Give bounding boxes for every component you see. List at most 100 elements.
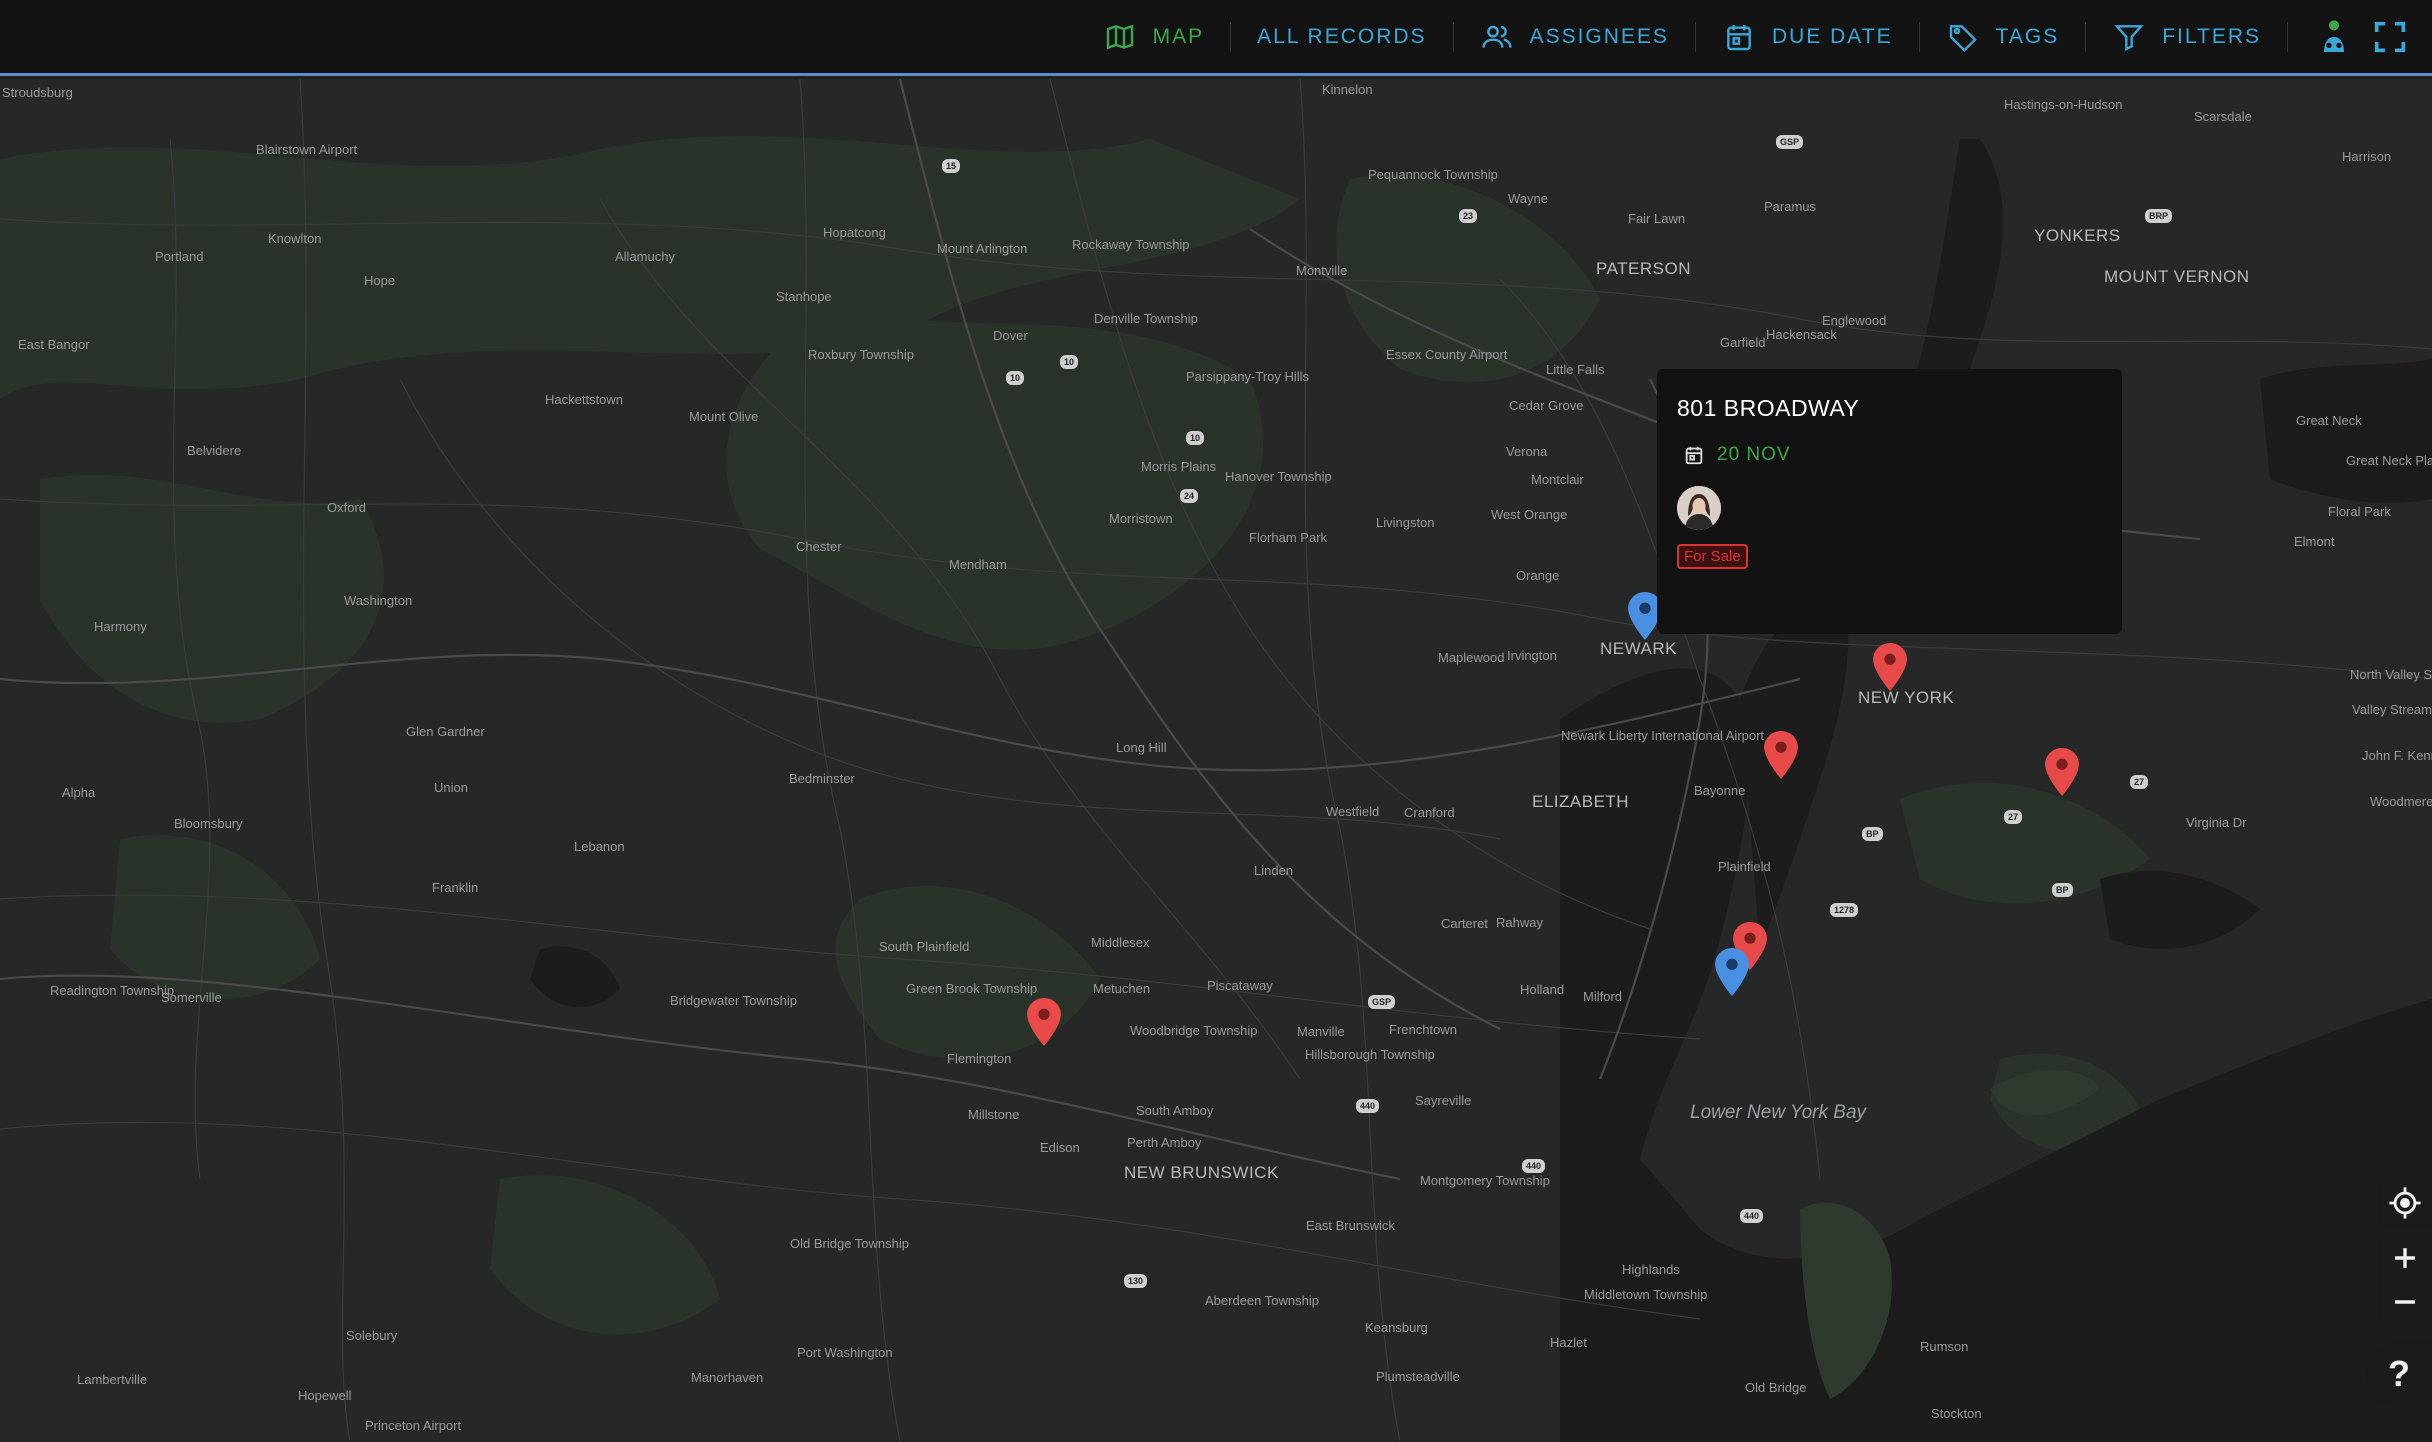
place-label: Plainfield <box>1718 859 1771 874</box>
location-pin-icon <box>1027 998 1061 1046</box>
locate-button[interactable] <box>2378 1177 2432 1229</box>
nav-due-date[interactable]: DUE DATE <box>1696 0 1919 75</box>
map-pin-blue[interactable] <box>1715 948 1749 996</box>
filter-icon <box>2112 20 2146 54</box>
status-badge[interactable]: For Sale <box>1677 544 1748 569</box>
place-label: Elmont <box>2294 534 2335 549</box>
place-label: Floral Park <box>2328 504 2391 519</box>
nav-filters-label: FILTERS <box>2162 24 2261 48</box>
route-shield: 27 <box>2004 810 2023 824</box>
nav-map[interactable]: MAP <box>1077 0 1231 75</box>
map-canvas[interactable]: PATERSON YONKERS MOUNT VERNON NEWARK NEW… <box>0 79 2432 1442</box>
place-label: Kinnelon <box>1322 82 1373 97</box>
route-shield: 440 <box>1522 1159 1546 1173</box>
city-label: MOUNT VERNON <box>2104 267 2250 286</box>
person-tree-icon <box>2324 19 2344 52</box>
place-label: Middlesex <box>1091 935 1150 950</box>
place-label: Glen Gardner <box>406 724 485 739</box>
place-label: Portland <box>155 249 204 264</box>
zoom-out-button[interactable] <box>2388 1280 2422 1324</box>
place-label: Stockton <box>1931 1406 1982 1421</box>
city-label: NEW BRUNSWICK <box>1124 1163 1279 1182</box>
location-pin-icon <box>2045 748 2079 796</box>
place-label: Mendham <box>949 557 1007 572</box>
assignee-avatar[interactable] <box>1677 486 1721 530</box>
place-label: Carteret <box>1441 916 1488 931</box>
nav-tags[interactable]: TAGS <box>1920 0 2086 75</box>
place-label: Bedminster <box>789 771 855 786</box>
place-label: Perth Amboy <box>1127 1135 1202 1150</box>
place-label: Denville Township <box>1094 311 1198 326</box>
place-label: Old Bridge Township <box>790 1236 909 1251</box>
place-label: Essex County Airport <box>1386 347 1508 362</box>
place-label: West Orange <box>1491 507 1568 522</box>
account-button[interactable] <box>2306 9 2362 65</box>
help-button[interactable]: ? <box>2366 1341 2432 1407</box>
water-label: Lower New York Bay <box>1690 1102 1867 1123</box>
place-label: Virginia Dr <box>2186 815 2247 830</box>
place-label: Belvidere <box>187 443 242 458</box>
place-label: Westfield <box>1326 804 1380 819</box>
place-label: Solebury <box>346 1328 398 1343</box>
place-label: Stroudsburg <box>2 85 73 100</box>
place-label: Union <box>434 780 468 795</box>
place-label: Verona <box>1506 444 1548 459</box>
record-popup[interactable]: 801 BROADWAY 20 NOV For Sale <box>1657 369 2122 634</box>
map-pin-red[interactable] <box>1764 731 1798 779</box>
fullscreen-button[interactable] <box>2362 9 2418 65</box>
place-label: Lebanon <box>574 839 625 854</box>
place-label: Holland <box>1520 982 1565 997</box>
place-label: Montclair <box>1531 472 1584 487</box>
place-label: Manville <box>1297 1024 1345 1039</box>
route-shield: 15 <box>942 159 961 173</box>
route-shield: 440 <box>1356 1099 1380 1113</box>
place-label: Manorhaven <box>691 1370 764 1385</box>
place-label: Orange <box>1516 568 1560 583</box>
nav-all-records[interactable]: ALL RECORDS <box>1231 0 1452 75</box>
map-pin-red[interactable] <box>2045 748 2079 796</box>
place-label: Piscataway <box>1207 978 1273 993</box>
place-label: Knowlton <box>268 231 322 246</box>
place-label: Roxbury Township <box>808 347 914 362</box>
place-label: Keansburg <box>1365 1320 1428 1335</box>
place-label: Blairstown Airport <box>256 142 358 157</box>
zoom-in-button[interactable] <box>2388 1236 2422 1280</box>
map-pin-red[interactable] <box>1027 998 1061 1046</box>
map-pin-red[interactable] <box>1873 643 1907 691</box>
tag-icon <box>1946 20 1980 54</box>
place-label: Hastings-on-Hudson <box>2004 97 2123 112</box>
place-label: Hazlet <box>1550 1335 1587 1350</box>
nav-assignees[interactable]: ASSIGNEES <box>1454 0 1695 75</box>
help-label: ? <box>2388 1353 2410 1394</box>
place-label: Green Brook Township <box>906 981 1038 996</box>
place-label: Montville <box>1296 263 1348 278</box>
city-label: NEWARK <box>1600 639 1677 658</box>
place-label: Garfield <box>1720 335 1766 350</box>
place-label: Hillsborough Township <box>1305 1047 1435 1062</box>
place-label: Rockaway Township <box>1072 237 1190 252</box>
place-label: Milford <box>1583 989 1623 1004</box>
place-label: East Brunswick <box>1306 1218 1395 1233</box>
place-label: Livingston <box>1376 515 1435 530</box>
place-label: Englewood <box>1822 313 1887 328</box>
route-shield: 23 <box>1459 209 1478 223</box>
nav-all-records-label: ALL RECORDS <box>1257 24 1427 48</box>
record-title: 801 BROADWAY <box>1677 395 1860 421</box>
place-label: Cranford <box>1404 805 1455 820</box>
place-label: Highlands <box>1622 1262 1680 1277</box>
city-label: YONKERS <box>2034 226 2121 245</box>
nav-assignees-label: ASSIGNEES <box>1529 24 1669 48</box>
nav-map-label: MAP <box>1152 24 1205 48</box>
place-label: Middletown Township <box>1584 1287 1708 1302</box>
location-pin-icon <box>1764 731 1798 779</box>
place-label: Scarsdale <box>2194 109 2252 124</box>
divider <box>2287 21 2288 52</box>
place-label: Paramus <box>1764 199 1817 214</box>
place-label: Cedar Grove <box>1509 398 1584 413</box>
nav-filters[interactable]: FILTERS <box>2086 0 2287 75</box>
place-label: Pequannock Township <box>1368 167 1498 182</box>
place-label: Sayreville <box>1415 1093 1472 1108</box>
place-label: Alpha <box>62 785 96 800</box>
plus-icon <box>2395 1248 2415 1268</box>
place-label: Wayne <box>1508 191 1548 206</box>
